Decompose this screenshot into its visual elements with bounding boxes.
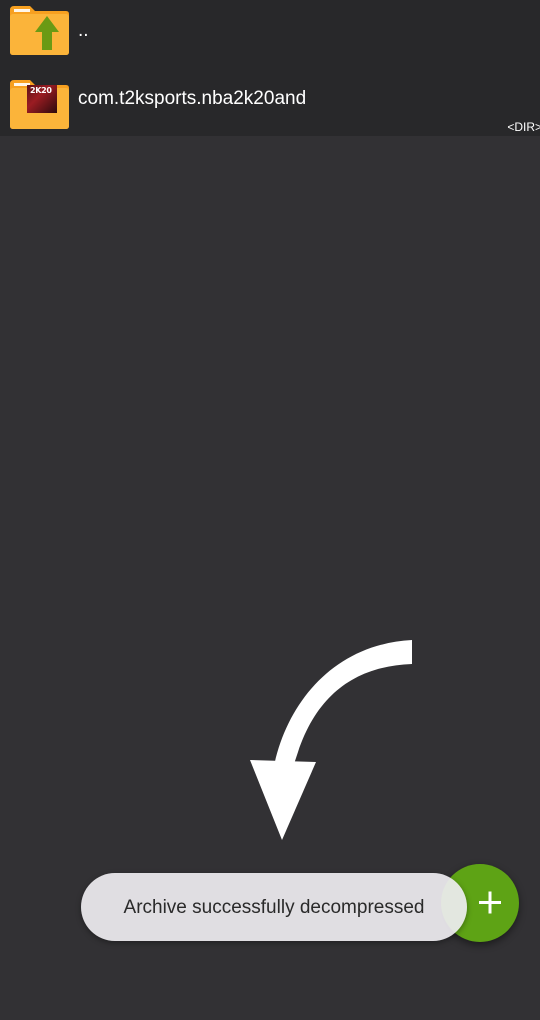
file-name: com.t2ksports.nba2k20and: [78, 88, 307, 109]
folder-up-icon: [10, 6, 69, 55]
file-type-label: <DIR>: [507, 120, 540, 134]
curved-arrow-icon: [250, 640, 412, 840]
file-name: ..: [78, 20, 89, 41]
file-list: .. 2K20 com.t2ksports.nba2k20and <DIR>: [0, 0, 540, 136]
toast-message: Archive successfully decompressed: [123, 897, 425, 918]
thumbnail-label: 2K20: [30, 86, 52, 95]
app-thumbnail: 2K20: [27, 85, 57, 113]
toast-notification: Archive successfully decompressed: [81, 873, 467, 941]
parent-directory-item[interactable]: ..: [0, 0, 540, 68]
directory-item[interactable]: 2K20 com.t2ksports.nba2k20and <DIR>: [0, 68, 540, 136]
